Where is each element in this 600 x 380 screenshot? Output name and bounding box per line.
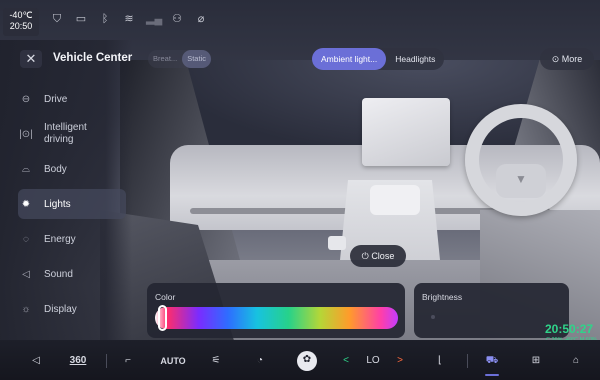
- car-icon[interactable]: ⛟: [482, 352, 502, 370]
- page-title: Vehicle Center: [53, 52, 133, 64]
- seat-icon[interactable]: ⌊: [430, 352, 450, 370]
- close-button[interactable]: ⏻ Close: [350, 245, 406, 267]
- sidebar-item-sound[interactable]: ◁ Sound: [18, 259, 126, 289]
- tab-static[interactable]: Static: [182, 50, 211, 68]
- color-label: Color: [155, 292, 176, 302]
- outside-temperature: -40℃: [9, 10, 33, 20]
- shield-icon: ⛉: [52, 13, 62, 25]
- auto-ac-button[interactable]: AUTO: [158, 352, 188, 370]
- seat-heat-icon[interactable]: ⌐: [118, 352, 138, 370]
- 360-view-button[interactable]: 360: [66, 352, 90, 370]
- console-controls: [370, 185, 420, 215]
- sidebar-item-lights[interactable]: ✹ Lights: [18, 189, 126, 219]
- color-slider-thumb[interactable]: [158, 305, 167, 331]
- fan-icon[interactable]: ✿: [297, 351, 317, 371]
- intelligent-driving-icon: |⊙|: [19, 128, 33, 140]
- gear-selector: [328, 236, 346, 250]
- apps-grid-icon[interactable]: ⊞: [526, 352, 546, 370]
- sidebar-item-label: Drive: [44, 93, 68, 105]
- speaker-icon: ◁: [22, 268, 30, 280]
- brand-logo-icon: ▼: [515, 172, 527, 186]
- more-label: More: [561, 54, 583, 64]
- energy-icon: ◌: [23, 233, 29, 245]
- close-icon[interactable]: ✕: [20, 50, 42, 68]
- status-icons: ⛉ ▭ ᛒ ≋ ▂▄ ⚇ ⌀: [50, 12, 208, 26]
- light-type-tabs: Ambient light... Headlights: [312, 48, 445, 70]
- divider: [106, 354, 107, 368]
- more-icon: ⊙: [551, 54, 560, 64]
- car-body-icon: ⌓: [22, 163, 30, 175]
- temp-down-button[interactable]: <: [340, 352, 352, 370]
- steering-wheel: [465, 104, 577, 216]
- divider: [467, 354, 468, 368]
- active-indicator: [485, 374, 499, 376]
- steering-icon: ⊖: [21, 93, 31, 105]
- temp-time-widget: -40℃ 20:50: [3, 8, 39, 36]
- sidebar-item-drive[interactable]: ⊖ Drive: [18, 84, 126, 114]
- car-recirculation-icon[interactable]: ◔: [250, 352, 270, 370]
- power-icon: ⏻: [361, 251, 369, 261]
- overlay-clock: 20:50:27: [545, 322, 594, 336]
- sidebar-item-energy[interactable]: ◌ Energy: [18, 224, 126, 254]
- status-time: 20:50: [9, 21, 33, 31]
- sidebar-item-display[interactable]: ☼ Display: [18, 294, 126, 324]
- tab-ambient-light[interactable]: Ambient light...: [312, 48, 387, 70]
- volume-icon[interactable]: ◁: [26, 352, 46, 370]
- sidebar-item-label: Body: [44, 163, 67, 175]
- user-icon: ⚇: [172, 13, 182, 25]
- vehicle-center-screen: ▼ -40℃ 20:50 ⛉ ▭ ᛒ ≋ ▂▄ ⚇ ⌀ ✕ Vehicle Ce…: [0, 0, 600, 380]
- brightness-slider-handle[interactable]: [431, 315, 435, 319]
- sidebar-item-label: Energy: [44, 233, 76, 245]
- close-label: Close: [371, 251, 395, 261]
- sidebar-item-label: Sound: [44, 268, 73, 280]
- bluetooth-icon: ᛒ: [101, 13, 109, 25]
- more-button[interactable]: ⊙ More: [540, 48, 594, 70]
- wifi-icon: ≋: [124, 13, 134, 25]
- color-slider-track[interactable]: [155, 307, 398, 329]
- signal-icon: ▂▄: [146, 13, 163, 25]
- light-bulb-icon: ✹: [21, 198, 31, 210]
- battery-outline-icon: ▭: [75, 13, 87, 25]
- sidebar-item-label: Intelligent driving: [44, 122, 87, 145]
- tab-breathing[interactable]: Breat...: [148, 50, 182, 68]
- brightness-label: Brightness: [422, 292, 463, 302]
- defrost-icon[interactable]: ⚟: [206, 352, 226, 370]
- sidebar-item-label: Display: [44, 303, 77, 315]
- temp-up-button[interactable]: >: [394, 352, 406, 370]
- sidebar-item-label: Lights: [44, 198, 71, 210]
- sidebar-item-body[interactable]: ⌓ Body: [18, 154, 126, 184]
- center-display: [362, 98, 450, 166]
- home-icon[interactable]: ⌂: [566, 352, 586, 370]
- light-mode-toggle: Breat... Static: [148, 50, 211, 68]
- location-off-icon: ⌀: [197, 13, 205, 25]
- temp-value: LO: [366, 355, 380, 366]
- status-bar: -40℃ 20:50 ⛉ ▭ ᛒ ≋ ▂▄ ⚇ ⌀: [0, 0, 600, 40]
- tab-headlights[interactable]: Headlights: [386, 48, 444, 70]
- display-icon: ☼: [21, 303, 31, 315]
- sidebar-item-intelligent-driving[interactable]: |⊙| Intelligent driving: [18, 115, 126, 153]
